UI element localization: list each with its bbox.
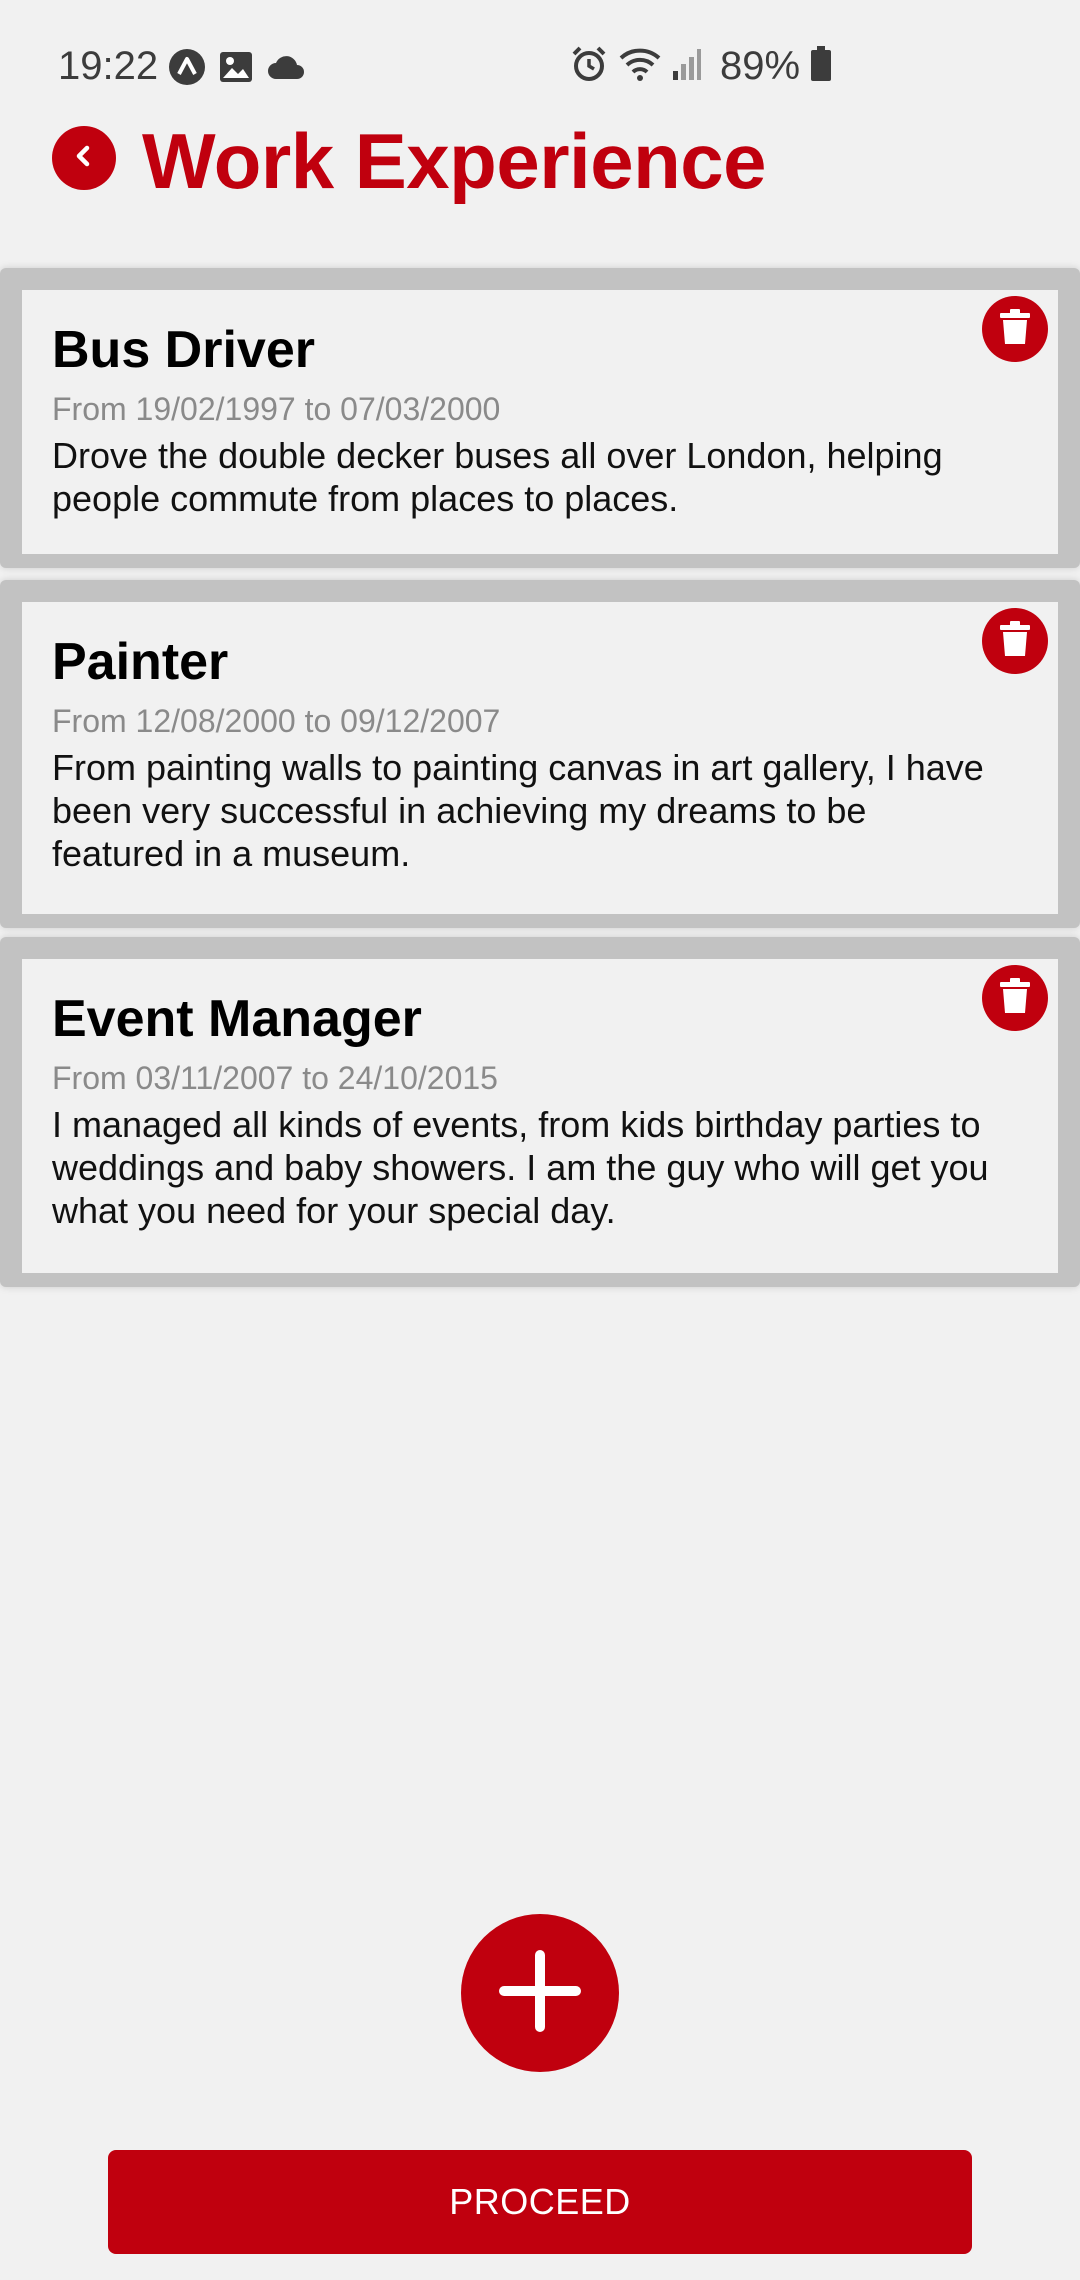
- proceed-button[interactable]: PROCEED: [108, 2150, 972, 2254]
- signal-icon: [672, 47, 702, 86]
- page-title: Work Experience: [142, 117, 767, 205]
- experience-card[interactable]: Painter From 12/08/2000 to 09/12/2007 Fr…: [0, 580, 1080, 928]
- experience-title: Bus Driver: [52, 321, 315, 379]
- gallery-icon: [218, 50, 254, 89]
- alarm-icon: [570, 45, 608, 88]
- add-experience-button[interactable]: [461, 1914, 619, 2072]
- trash-icon: [998, 620, 1032, 663]
- experience-description: Drove the double decker buses all over L…: [52, 435, 943, 519]
- experience-dates: From 19/02/1997 to 07/03/2000: [52, 391, 501, 427]
- navigation-icon: [168, 48, 206, 91]
- experience-dates: From 03/11/2007 to 24/10/2015: [52, 1060, 498, 1096]
- status-left-icons: [168, 48, 306, 91]
- status-right-icons: 89%: [570, 44, 832, 89]
- back-button[interactable]: [52, 126, 116, 190]
- experience-description: From painting walls to painting canvas i…: [52, 747, 984, 874]
- experience-title: Painter: [52, 633, 229, 691]
- delete-button[interactable]: [982, 965, 1048, 1031]
- experience-card[interactable]: Bus Driver From 19/02/1997 to 07/03/2000…: [0, 268, 1080, 568]
- trash-icon: [998, 308, 1032, 351]
- experience-card-body: Painter From 12/08/2000 to 09/12/2007 Fr…: [22, 602, 1058, 914]
- plus-icon: [498, 1949, 582, 2038]
- experience-title: Event Manager: [52, 990, 422, 1048]
- battery-percent: 89%: [720, 44, 801, 88]
- status-time: 19:22: [58, 44, 159, 88]
- experience-description: I managed all kinds of events, from kids…: [52, 1104, 989, 1231]
- chevron-left-icon: [69, 141, 99, 176]
- trash-icon: [998, 977, 1032, 1020]
- wifi-icon: [618, 46, 662, 87]
- experience-card[interactable]: Event Manager From 03/11/2007 to 24/10/2…: [0, 937, 1080, 1287]
- delete-button[interactable]: [982, 608, 1048, 674]
- cloud-icon: [266, 53, 306, 86]
- experience-dates: From 12/08/2000 to 09/12/2007: [52, 703, 501, 739]
- header: Work Experience: [0, 110, 1080, 220]
- experience-card-body: Event Manager From 03/11/2007 to 24/10/2…: [22, 959, 1058, 1273]
- experience-card-body: Bus Driver From 19/02/1997 to 07/03/2000…: [22, 290, 1058, 554]
- battery-icon: [810, 46, 832, 87]
- delete-button[interactable]: [982, 296, 1048, 362]
